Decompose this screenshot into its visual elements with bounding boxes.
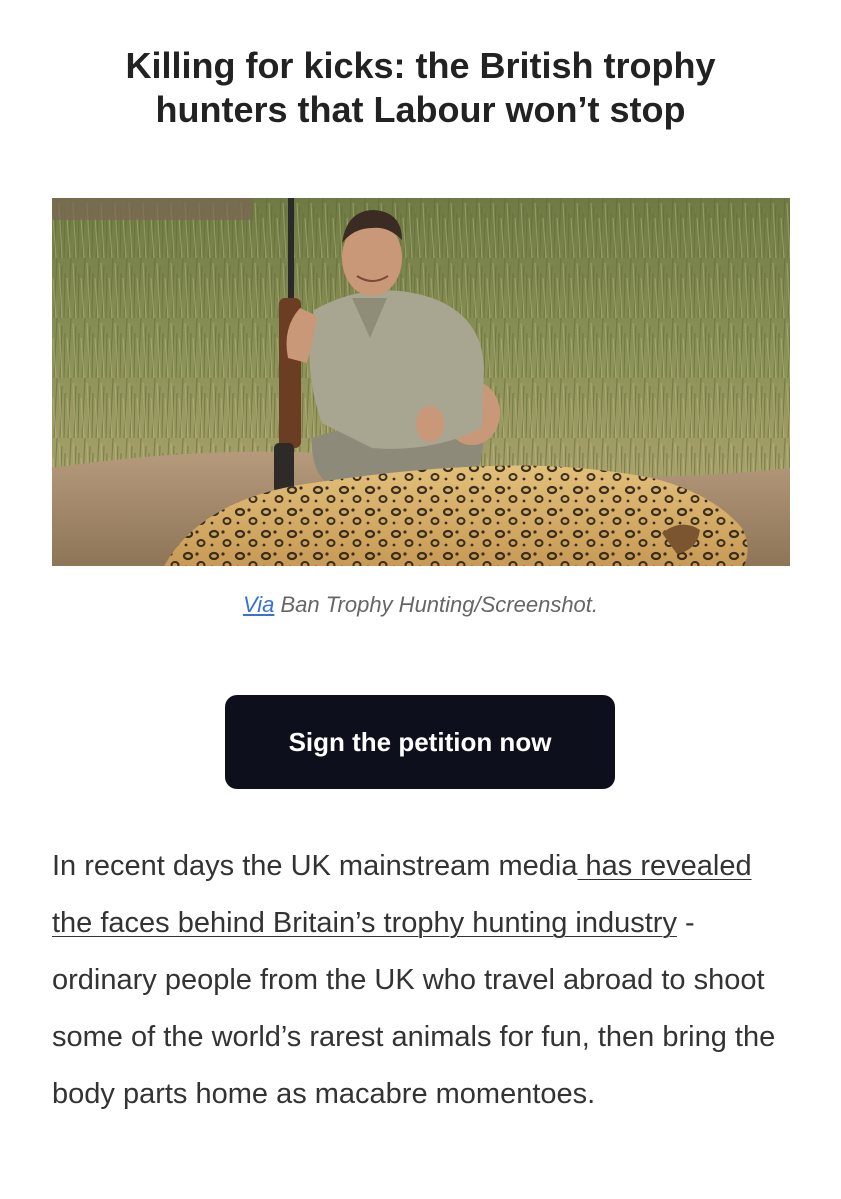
sign-petition-button[interactable]: Sign the petition now [225,695,615,789]
caption-credit: Ban Trophy Hunting/Screenshot. [274,592,599,617]
image-caption: Via Ban Trophy Hunting/Screenshot. [0,590,841,620]
hunter-with-leopard-photo [52,198,790,566]
body-intro-text: In recent days the UK mainstream media [52,850,578,882]
article-headline: Killing for kicks: the British trophy hu… [125,45,716,130]
article-body-paragraph: In recent days the UK mainstream media h… [52,838,792,1123]
caption-via-link[interactable]: Via [243,592,274,617]
